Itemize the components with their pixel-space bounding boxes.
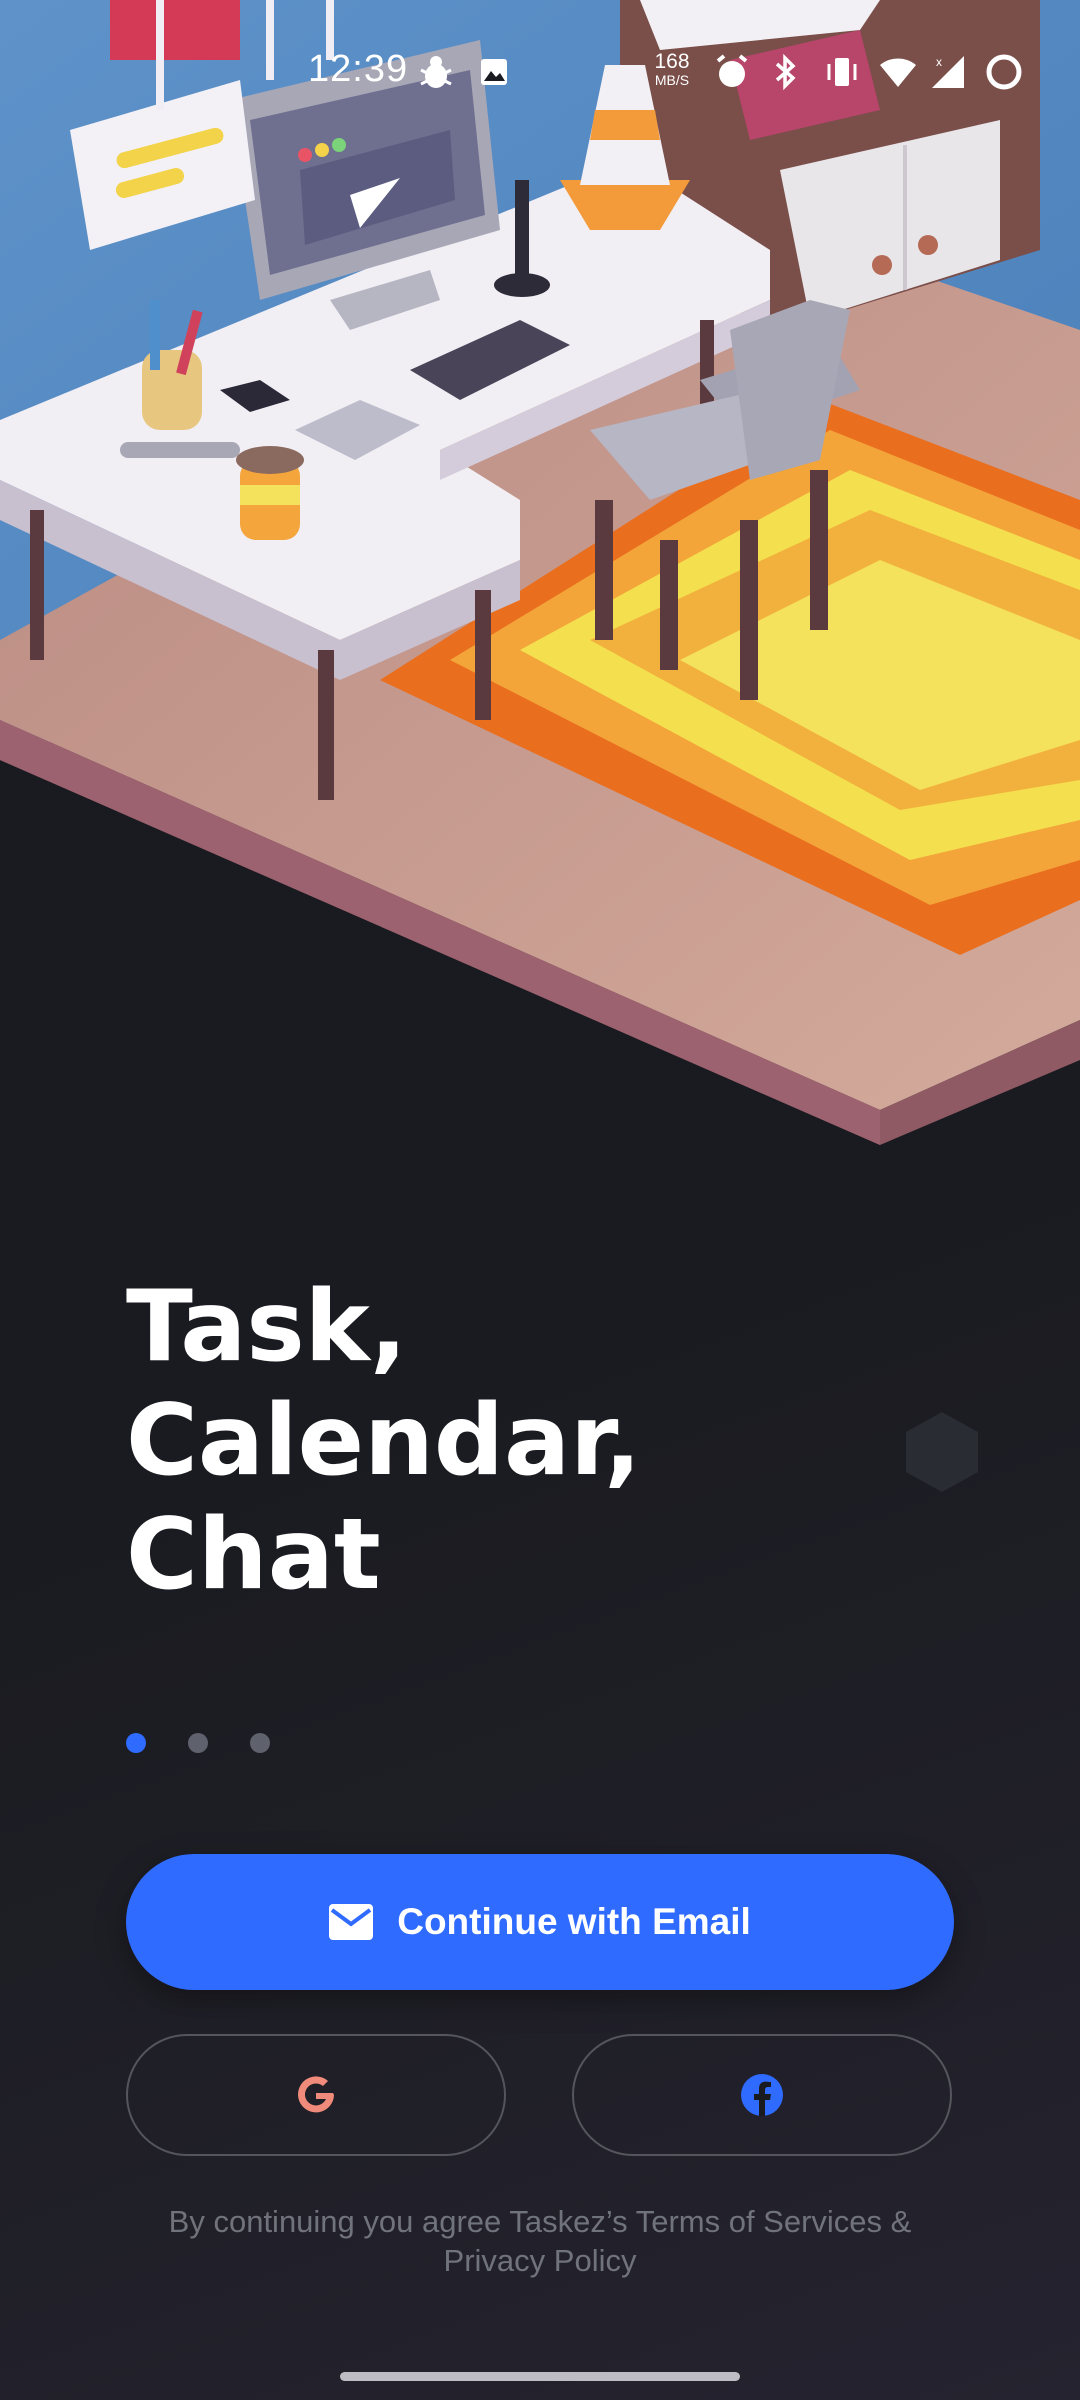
onboarding-screen: 12:39 168 MB/S x Task, Calendar, Chat Co… [0, 0, 1080, 2400]
bug-icon [416, 42, 456, 102]
alarm-icon [712, 42, 752, 102]
terms-line-2[interactable]: Privacy Policy [444, 2243, 637, 2278]
vibrate-icon [822, 42, 862, 102]
page-dot-3[interactable] [250, 1733, 270, 1753]
cellular-signal-icon: x [928, 42, 968, 102]
page-title: Task, Calendar, Chat [126, 1270, 641, 1612]
home-indicator[interactable] [340, 2372, 740, 2381]
terms-line-1[interactable]: By continuing you agree Taskez’s Terms o… [169, 2204, 912, 2239]
status-bar: 12:39 168 MB/S x [0, 42, 1080, 102]
facebook-sign-in-button[interactable] [572, 2034, 952, 2156]
image-icon [476, 42, 512, 102]
network-speed-unit: MB/S [654, 72, 690, 88]
title-line-2: Calendar, [126, 1384, 642, 1498]
isometric-room-illustration [0, 0, 1080, 1145]
page-dot-1[interactable] [126, 1733, 146, 1753]
hero-illustration [0, 0, 1080, 1160]
network-speed: 168 MB/S [646, 50, 698, 88]
terms-text: By continuing you agree Taskez’s Terms o… [90, 2202, 990, 2280]
page-dot-2[interactable] [188, 1733, 208, 1753]
status-time: 12:39 [308, 48, 409, 90]
continue-with-email-label: Continue with Email [397, 1901, 751, 1942]
battery-ring-icon [982, 42, 1026, 102]
title-line-3: Chat [126, 1498, 381, 1612]
network-speed-value: 168 [654, 50, 690, 73]
continue-with-email-button[interactable]: Continue with Email [126, 1854, 954, 1990]
hexagon-decoration-icon [906, 1412, 978, 1492]
google-sign-in-button[interactable] [126, 2034, 506, 2156]
wifi-icon [876, 42, 920, 102]
svg-text:x: x [936, 55, 942, 69]
google-icon [298, 2076, 334, 2113]
bluetooth-icon [768, 42, 804, 102]
facebook-icon [741, 2074, 783, 2116]
page-indicator [126, 1733, 270, 1753]
mail-icon [329, 1904, 374, 1940]
title-line-1: Task, [126, 1270, 408, 1384]
